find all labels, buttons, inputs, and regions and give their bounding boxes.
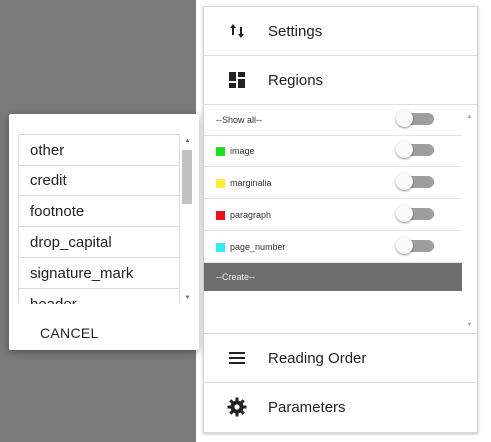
region-toggle[interactable] — [396, 205, 436, 223]
region-label: paragraph — [230, 210, 272, 220]
list-item[interactable]: footnote — [18, 196, 180, 227]
menu-reading-order-label: Reading Order — [268, 349, 367, 367]
scroll-down-arrow-icon[interactable]: ▼ — [180, 292, 195, 304]
cancel-label: CANCEL — [40, 325, 99, 341]
region-item-marginalia[interactable]: marginalia — [204, 168, 462, 199]
show-all-toggle[interactable] — [396, 110, 436, 128]
menu-reading-order[interactable]: Reading Order — [204, 334, 477, 383]
regions-list: --Show all-- image marginalia paragraph … — [204, 105, 477, 334]
option-label: signature_mark — [30, 264, 134, 282]
gear-icon — [225, 395, 249, 419]
scroll-up-arrow-icon[interactable]: ▲ — [462, 111, 477, 123]
menu-parameters[interactable]: Parameters — [204, 383, 477, 431]
side-panel: Settings Regions --Show all-- image marg… — [203, 6, 478, 433]
region-item-page-number[interactable]: page_number — [204, 232, 462, 263]
sort-arrows-icon — [225, 19, 249, 43]
list-item[interactable]: credit — [18, 165, 180, 196]
color-swatch — [216, 242, 225, 252]
menu-regions-label: Regions — [268, 71, 324, 89]
show-all-label: --Show all-- — [216, 115, 263, 125]
menu-settings[interactable]: Settings — [204, 7, 477, 56]
region-item-image[interactable]: image — [204, 136, 462, 167]
scroll-down-arrow-icon[interactable]: ▼ — [462, 319, 477, 331]
list-scrollbar[interactable]: ▲ ▼ — [180, 134, 195, 304]
create-label: --Create-- — [216, 272, 256, 282]
region-toggle[interactable] — [396, 141, 436, 159]
region-type-dialog: other credit footnote drop_capital signa… — [9, 114, 199, 350]
region-label: page_number — [230, 242, 286, 252]
region-label: marginalia — [230, 178, 272, 188]
scroll-up-arrow-icon[interactable]: ▲ — [180, 135, 195, 147]
menu-regions[interactable]: Regions — [204, 56, 477, 105]
list-item[interactable]: header — [18, 289, 180, 304]
create-region-item[interactable]: --Create-- — [204, 263, 462, 291]
option-label: other — [30, 141, 65, 159]
color-swatch — [216, 178, 225, 188]
option-label: credit — [30, 171, 67, 189]
region-toggle[interactable] — [396, 237, 436, 255]
scroll-thumb[interactable] — [182, 150, 192, 204]
cancel-button[interactable]: CANCEL — [24, 320, 116, 346]
list-item[interactable]: other — [18, 134, 180, 166]
list-item[interactable]: drop_capital — [18, 227, 180, 258]
menu-parameters-label: Parameters — [268, 398, 346, 416]
color-swatch — [216, 210, 225, 220]
menu-lines-icon — [225, 346, 249, 370]
menu-settings-label: Settings — [268, 22, 323, 40]
region-label: image — [230, 146, 255, 156]
list-item[interactable]: signature_mark — [18, 258, 180, 289]
regions-scrollbar[interactable]: ▲ ▼ — [462, 105, 477, 333]
region-toggle[interactable] — [396, 173, 436, 191]
option-label: header — [30, 295, 77, 305]
option-label: footnote — [30, 202, 85, 220]
color-swatch — [216, 146, 225, 156]
region-item-paragraph[interactable]: paragraph — [204, 200, 462, 231]
dashboard-icon — [225, 68, 249, 92]
option-label: drop_capital — [30, 233, 112, 251]
show-all-item[interactable]: --Show all-- — [204, 105, 462, 136]
region-type-list: other credit footnote drop_capital signa… — [18, 134, 180, 304]
